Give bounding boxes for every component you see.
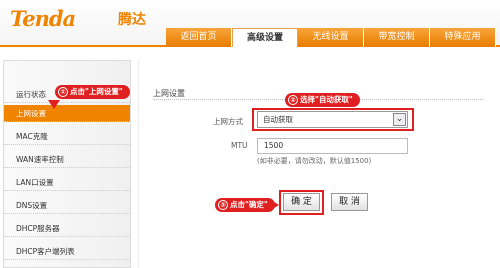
section-title: 上网设置 (153, 89, 185, 98)
sidebar-item-wan-speed[interactable]: WAN速率控制 (4, 151, 130, 168)
tab-advanced-settings[interactable]: 高级设置 (232, 28, 298, 47)
annotation-step-3-text: 点击"确定" (230, 200, 268, 209)
confirm-button[interactable]: 确 定 (283, 193, 320, 211)
tab-special-applications[interactable]: 特殊应用 (430, 28, 496, 47)
tenda-logo-cn: 腾达 (118, 12, 146, 28)
tenda-logo: Tenda (10, 6, 76, 31)
cancel-button[interactable]: 取 消 (331, 193, 368, 211)
main-tabs: 返回首页 高级设置 无线设置 带宽控制 特殊应用 (166, 28, 496, 47)
annotation-step-1-text: 点击"上网设置" (70, 87, 123, 96)
connection-type-select[interactable]: 自动获取 ⌄ (257, 111, 408, 128)
sidebar-item-lan-settings[interactable]: LAN口设置 (4, 174, 130, 191)
step-number-badge: ③ (218, 200, 228, 210)
header-bar: Tenda 腾达 返回首页 高级设置 无线设置 带宽控制 特殊应用 (0, 0, 500, 47)
tab-wireless-settings[interactable]: 无线设置 (298, 28, 364, 47)
sidebar-item-internet-settings[interactable]: 上网设置 (4, 105, 130, 122)
connection-type-value: 自动获取 (263, 115, 293, 124)
step-number-badge: ② (288, 95, 298, 105)
connection-type-label: 上网方式 (213, 117, 243, 126)
mtu-input[interactable]: 1500 (257, 138, 408, 154)
annotation-arrow-1 (48, 100, 60, 109)
mtu-label: MTU (231, 141, 248, 150)
tab-bandwidth-control[interactable]: 带宽控制 (364, 28, 430, 47)
chevron-down-icon[interactable]: ⌄ (393, 113, 406, 126)
sidebar-item-mac-clone[interactable]: MAC克隆 (4, 128, 130, 145)
tab-home[interactable]: 返回首页 (166, 28, 232, 47)
sidebar-item-dhcp-server[interactable]: DHCP服务器 (4, 220, 130, 237)
annotation-step-2-text: 选择"自动获取" (300, 95, 353, 104)
sidebar-item-dhcp-client-list[interactable]: DHCP客户端列表 (4, 243, 130, 260)
annotation-step-1: ① 点击"上网设置" (55, 85, 130, 99)
step-number-badge: ① (58, 87, 68, 97)
sidebar-item-dns-settings[interactable]: DNS设置 (4, 197, 130, 214)
annotation-arrow-3 (271, 200, 279, 210)
annotation-step-3: ③ 点击"确定" (215, 198, 275, 212)
mtu-hint: (如非必要，请勿改动，默认值1500) (257, 157, 372, 165)
annotation-step-2: ② 选择"自动获取" (285, 93, 360, 107)
